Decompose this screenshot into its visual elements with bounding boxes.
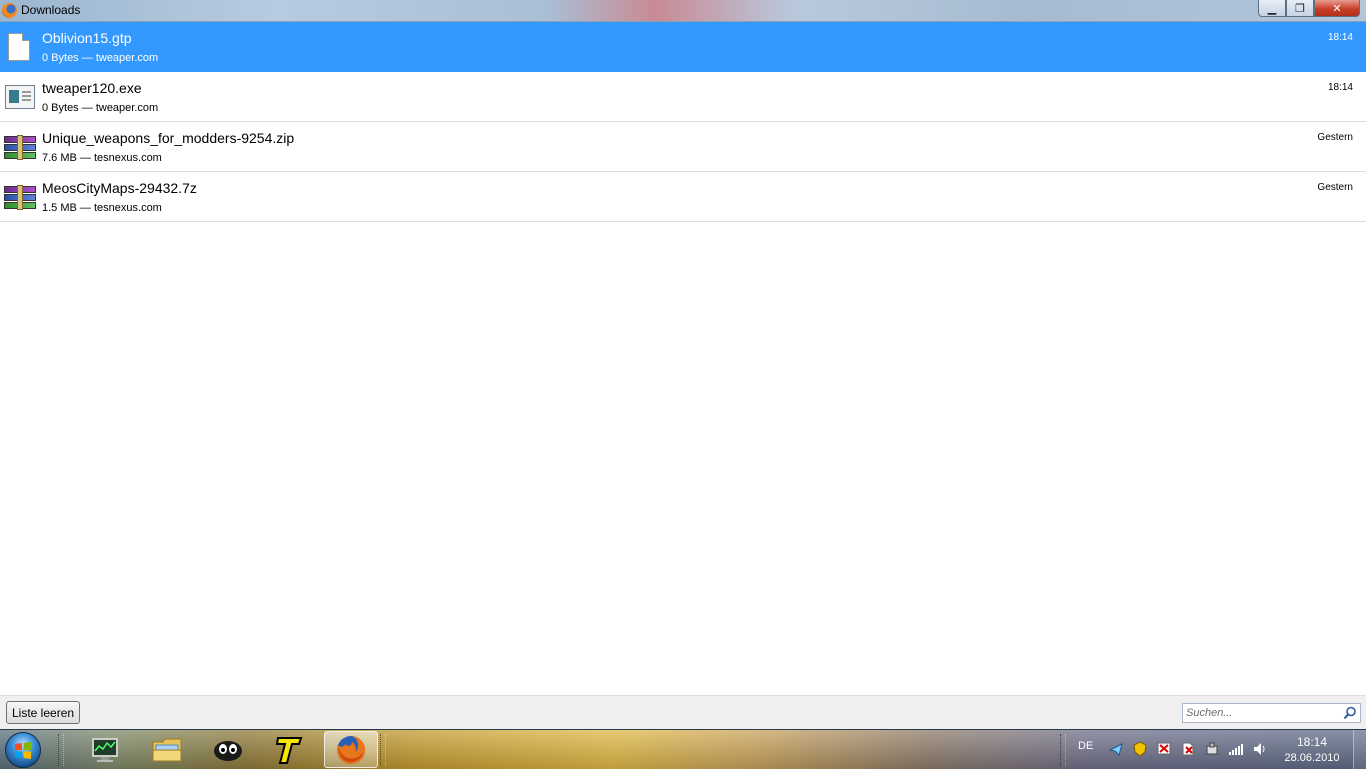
search-input[interactable] — [1186, 705, 1336, 721]
meta-separator: — — [76, 152, 94, 164]
download-time: Gestern — [1317, 182, 1353, 193]
download-filename: tweaper120.exe — [42, 80, 142, 96]
download-source[interactable]: tweaper.com — [96, 102, 158, 114]
show-desktop-button[interactable] — [1353, 730, 1366, 769]
meta-separator: — — [76, 202, 94, 214]
taskbar-app-firefox[interactable] — [324, 731, 378, 768]
generic-file-icon — [4, 33, 36, 61]
download-size: 1.5 MB — [42, 202, 77, 214]
volume-icon[interactable] — [1252, 741, 1268, 757]
download-meta: 7.6 MB — tesnexus.com — [42, 152, 162, 164]
download-size: 0 Bytes — [42, 102, 79, 114]
download-source[interactable]: tesnexus.com — [94, 202, 162, 214]
firefox-icon — [2, 3, 17, 18]
download-item[interactable]: tweaper120.exe 0 Bytes — tweaper.com 18:… — [0, 72, 1366, 122]
download-filename: Unique_weapons_for_modders-9254.zip — [42, 130, 295, 146]
download-time: 18:14 — [1327, 82, 1353, 93]
download-list: Oblivion15.gtp 0 Bytes — tweaper.com 18:… — [0, 22, 1366, 222]
meta-separator: — — [78, 52, 96, 64]
download-time: Gestern — [1317, 132, 1353, 143]
clock-time: 18:14 — [1296, 735, 1328, 749]
download-meta: 0 Bytes — tweaper.com — [42, 102, 158, 114]
meta-separator: — — [78, 102, 96, 114]
download-source[interactable]: tweaper.com — [96, 52, 158, 64]
archive-icon — [4, 133, 36, 161]
download-item[interactable]: Oblivion15.gtp 0 Bytes — tweaper.com 18:… — [0, 22, 1366, 72]
window-titlebar[interactable]: Downloads ▁ ❐ ✕ — [0, 0, 1366, 22]
shield-warning-icon[interactable] — [1132, 741, 1148, 757]
search-icon[interactable] — [1343, 706, 1357, 720]
window-title: Downloads — [21, 3, 81, 17]
download-item[interactable]: MeosCityMaps-29432.7z 1.5 MB — tesnexus.… — [0, 172, 1366, 222]
taskbar-app-monitor[interactable] — [78, 731, 132, 768]
taskbar-clock[interactable]: 18:14 28.06.2010 — [1276, 735, 1348, 764]
download-meta: 1.5 MB — tesnexus.com — [42, 202, 162, 214]
taskbar-app-explorer[interactable] — [140, 731, 194, 768]
taskbar-separator — [380, 734, 386, 766]
maximize-button[interactable]: ❐ — [1286, 0, 1314, 17]
close-button[interactable]: ✕ — [1314, 0, 1360, 17]
maximize-icon: ❐ — [1295, 2, 1305, 15]
download-meta: 0 Bytes — tweaper.com — [42, 52, 158, 64]
download-item[interactable]: Unique_weapons_for_modders-9254.zip 7.6 … — [0, 122, 1366, 172]
tray-separator — [1060, 734, 1066, 766]
safely-remove-hardware-icon[interactable] — [1204, 741, 1220, 757]
download-filename: MeosCityMaps-29432.7z — [42, 180, 197, 196]
archive-icon — [4, 183, 36, 211]
start-button[interactable] — [5, 732, 41, 768]
language-indicator[interactable]: DE — [1078, 740, 1093, 752]
download-size: 0 Bytes — [42, 52, 79, 64]
windows-logo-icon — [15, 742, 31, 759]
game-app-icon — [214, 740, 242, 761]
action-center-icon[interactable] — [1180, 741, 1196, 757]
download-time: 18:14 — [1327, 32, 1353, 43]
taskbar: DE 18:14 28.06.2010 — [0, 729, 1366, 769]
taskbar-separator — [58, 734, 64, 766]
search-field[interactable] — [1182, 703, 1361, 723]
clear-list-button[interactable]: Liste leeren — [6, 701, 81, 724]
flag-error-icon[interactable] — [1156, 741, 1172, 757]
messenger-icon[interactable] — [1108, 741, 1124, 757]
minimize-icon: ▁ — [1267, 2, 1277, 15]
folder-icon — [152, 738, 182, 761]
taskbar-app-tweaper[interactable] — [262, 731, 316, 768]
minimize-button[interactable]: ▁ — [1258, 0, 1286, 17]
window-controls: ▁ ❐ ✕ — [1258, 0, 1360, 18]
close-icon: ✕ — [1332, 2, 1342, 15]
download-size: 7.6 MB — [42, 152, 77, 164]
downloads-toolbar: Liste leeren — [0, 695, 1366, 729]
tweaper-t-icon — [275, 736, 303, 764]
network-signal-icon[interactable] — [1228, 741, 1244, 757]
exe-file-icon — [4, 83, 36, 111]
firefox-icon — [337, 735, 366, 764]
taskbar-app-game[interactable] — [201, 731, 255, 768]
system-monitor-icon — [92, 737, 118, 762]
download-source[interactable]: tesnexus.com — [94, 152, 162, 164]
download-filename: Oblivion15.gtp — [42, 30, 132, 46]
clock-date: 28.06.2010 — [1284, 752, 1340, 764]
